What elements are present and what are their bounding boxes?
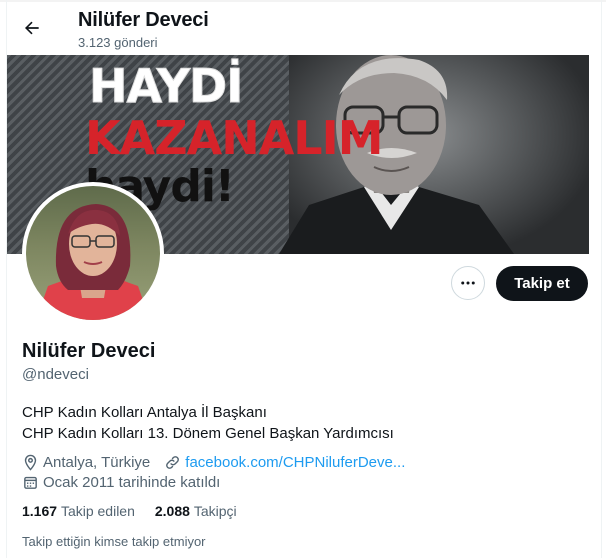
- avatar-portrait: [36, 204, 150, 320]
- banner-text-line1: HAYDİ: [88, 59, 243, 114]
- website[interactable]: facebook.com/CHPNiluferDeve...: [164, 454, 405, 471]
- following-count: 1.167: [22, 503, 61, 519]
- joined-text: Ocak 2011 tarihinde katıldı: [43, 473, 221, 491]
- profile-meta: Antalya, Türkiye facebook.com/CHPNilufer…: [22, 452, 419, 492]
- header-post-count: 3.123 gönderi: [78, 35, 158, 50]
- follow-button[interactable]: Takip et: [496, 266, 588, 301]
- banner-text-line2: KAZANALIM: [85, 111, 384, 165]
- profile-name: Nilüfer Deveci: [22, 340, 156, 362]
- avatar-image: [26, 186, 160, 320]
- follow-stats: 1.167 Takip edilen 2.088 Takipçi: [22, 503, 257, 519]
- back-button[interactable]: [19, 15, 45, 41]
- website-link[interactable]: facebook.com/CHPNiluferDeve...: [185, 454, 405, 471]
- profile-bio: CHP Kadın Kolları Antalya İl Başkanı CHP…: [22, 402, 394, 444]
- location-text: Antalya, Türkiye: [43, 453, 151, 471]
- header-title: Nilüfer Deveci: [78, 9, 209, 31]
- location: Antalya, Türkiye: [22, 454, 150, 471]
- bio-line: CHP Kadın Kolları Antalya İl Başkanı: [22, 404, 267, 421]
- joined-date: Ocak 2011 tarihinde katıldı: [22, 474, 220, 491]
- meta-row-joined: Ocak 2011 tarihinde katıldı: [22, 472, 419, 492]
- more-options-button[interactable]: [451, 266, 485, 300]
- ellipsis-icon: [461, 281, 475, 285]
- meta-row-location-website: Antalya, Türkiye facebook.com/CHPNilufer…: [22, 452, 419, 472]
- followers-label: Takipçi: [193, 503, 237, 519]
- followers-count: 2.088: [154, 503, 194, 519]
- bio-line: CHP Kadın Kolları 13. Dönem Genel Başkan…: [22, 425, 394, 442]
- avatar[interactable]: [22, 182, 164, 324]
- following-stat[interactable]: 1.167 Takip edilen: [22, 503, 135, 519]
- profile-handle: @ndeveci: [22, 366, 89, 383]
- arrow-left-icon: [25, 21, 39, 35]
- link-icon: [166, 455, 180, 469]
- mutual-followers-note: Takip ettiğin kimse takip etmiyor: [22, 534, 206, 549]
- calendar-icon: [24, 476, 37, 489]
- following-label: Takip edilen: [60, 503, 135, 519]
- followers-stat[interactable]: 2.088 Takipçi: [155, 503, 237, 519]
- location-pin-icon: [24, 454, 37, 471]
